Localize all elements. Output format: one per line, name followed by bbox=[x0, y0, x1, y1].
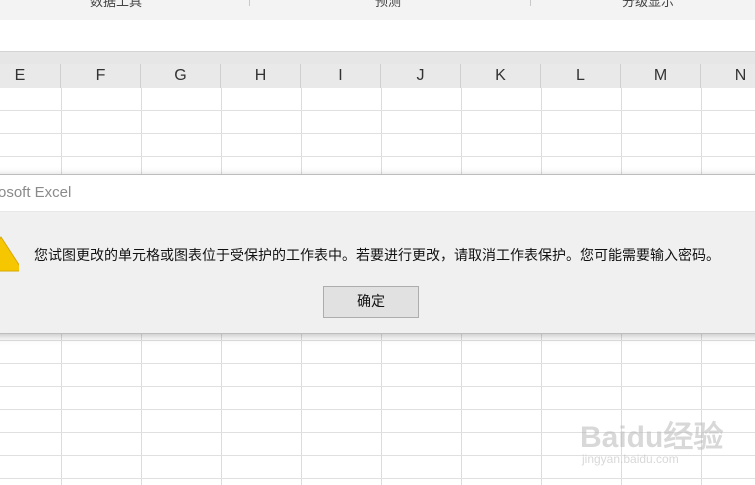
ribbon-group-data-tools: 数据工具 bbox=[90, 0, 143, 9]
column-header-m[interactable]: M bbox=[621, 64, 701, 88]
dialog-titlebar[interactable]: rosoft Excel bbox=[0, 175, 755, 212]
column-header-g[interactable]: G bbox=[141, 64, 221, 88]
ribbon-group-labels: 数据工具 预测 分级显示 bbox=[0, 0, 755, 21]
grid-row-line bbox=[0, 156, 755, 157]
grid-row-line bbox=[0, 133, 755, 134]
ok-button[interactable]: 确定 bbox=[323, 286, 419, 318]
grid-row-line bbox=[0, 386, 755, 387]
ribbon-separator bbox=[530, 0, 531, 6]
column-header-f[interactable]: F bbox=[61, 64, 141, 88]
column-header-e[interactable]: E bbox=[0, 64, 61, 88]
baidu-watermark: Baidu经验 jingyan.baidu.com bbox=[580, 400, 750, 480]
protected-sheet-dialog: rosoft Excel 您试图更改的单元格或图表位于受保护的工作表中。若要进行… bbox=[0, 174, 755, 334]
column-header-j[interactable]: J bbox=[381, 64, 461, 88]
ribbon-group-forecast: 预测 bbox=[375, 0, 402, 9]
warning-icon bbox=[0, 236, 19, 272]
formula-bar-gap bbox=[0, 52, 755, 64]
watermark-url: jingyan.baidu.com bbox=[582, 452, 679, 466]
excel-window: 数据工具 预测 分级显示 E F G H I J K L M N \ rosof… bbox=[0, 0, 755, 485]
ribbon-group-outline: 分级显示 bbox=[622, 0, 675, 9]
dialog-message: 您试图更改的单元格或图表位于受保护的工作表中。若要进行更改，请取消工作表保护。您… bbox=[34, 248, 720, 264]
watermark-text: Baidu经验 bbox=[580, 421, 724, 454]
grid-row-line bbox=[0, 340, 755, 341]
column-header-i[interactable]: I bbox=[301, 64, 381, 88]
column-header-row: E F G H I J K L M N bbox=[0, 64, 755, 89]
ribbon-separator bbox=[249, 0, 250, 6]
column-header-k[interactable]: K bbox=[461, 64, 541, 88]
column-header-h[interactable]: H bbox=[221, 64, 301, 88]
column-header-l[interactable]: L bbox=[541, 64, 621, 88]
formula-bar[interactable] bbox=[0, 20, 755, 52]
column-header-n[interactable]: N bbox=[701, 64, 755, 88]
dialog-title: rosoft Excel bbox=[0, 184, 72, 201]
grid-row-line bbox=[0, 363, 755, 364]
grid-row-line bbox=[0, 110, 755, 111]
